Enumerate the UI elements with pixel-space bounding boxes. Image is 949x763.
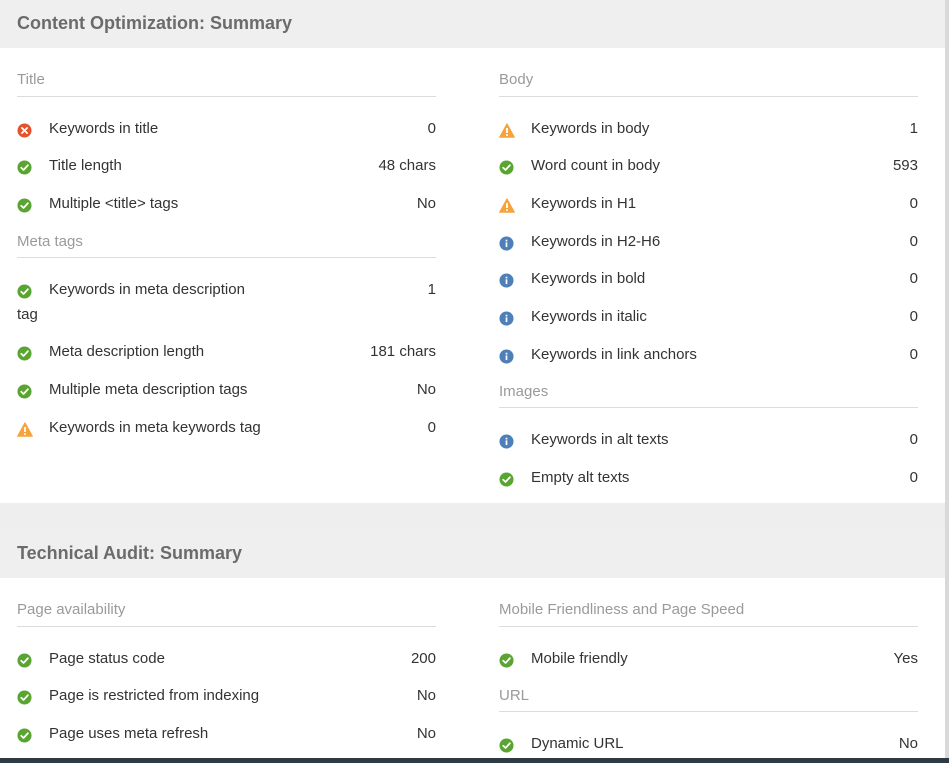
row-value: 0 bbox=[909, 233, 918, 250]
section-divider bbox=[17, 96, 436, 97]
row-label-continuation: tag bbox=[17, 306, 38, 323]
section-title-url: URL bbox=[499, 687, 530, 704]
row-label: Keywords in H2-H6 bbox=[531, 233, 661, 250]
row-label: Keywords in alt texts bbox=[531, 431, 669, 448]
row-value: 593 bbox=[892, 157, 918, 174]
row-value: 48 chars bbox=[378, 157, 436, 174]
row-label: Page is restricted from indexing bbox=[49, 687, 260, 704]
row-value: 181 chars bbox=[370, 343, 436, 360]
row-label: Keywords in body bbox=[531, 120, 650, 137]
row-label: Dynamic URL bbox=[531, 735, 624, 752]
row-value: 0 bbox=[909, 270, 918, 287]
row-label: Page status code bbox=[49, 650, 165, 667]
row-value: Yes bbox=[893, 650, 918, 667]
row-label: Keywords in title bbox=[49, 120, 159, 137]
row-label: Empty alt texts bbox=[531, 469, 630, 486]
check-icon bbox=[17, 383, 32, 399]
row-label: Keywords in link anchors bbox=[531, 346, 697, 363]
row-value: 1 bbox=[909, 120, 918, 137]
row-label: Multiple <title> tags bbox=[49, 195, 179, 212]
check-icon bbox=[17, 283, 32, 299]
row-label: Title length bbox=[49, 157, 122, 174]
section-divider bbox=[499, 407, 918, 408]
info-icon bbox=[499, 433, 514, 449]
info-icon bbox=[499, 272, 514, 288]
row-label: Meta description length bbox=[49, 343, 205, 360]
section-title-page-availability: Page availability bbox=[17, 601, 126, 618]
section-divider bbox=[17, 257, 436, 258]
section-divider bbox=[499, 711, 918, 712]
section-title-title: Title bbox=[17, 71, 45, 88]
error-icon bbox=[17, 122, 32, 138]
row-value: No bbox=[416, 725, 436, 742]
row-value: 0 bbox=[909, 308, 918, 325]
row-value: 0 bbox=[909, 469, 918, 486]
row-value: 0 bbox=[909, 195, 918, 212]
check-icon bbox=[499, 652, 514, 668]
row-label: Keywords in meta keywords tag bbox=[49, 419, 261, 436]
row-value: No bbox=[416, 687, 436, 704]
row-label: Page uses meta refresh bbox=[49, 725, 209, 742]
info-icon bbox=[499, 310, 514, 326]
taskbar-edge bbox=[0, 758, 949, 763]
row-value: 200 bbox=[410, 650, 436, 667]
row-label: Keywords in italic bbox=[531, 308, 647, 325]
content-right-column: Body Keywords in body 1 Word count in bo… bbox=[499, 0, 918, 503]
row-value: No bbox=[416, 195, 436, 212]
section-title-meta-tags: Meta tags bbox=[17, 233, 83, 250]
section-title-mobile-friendliness: Mobile Friendliness and Page Speed bbox=[499, 601, 745, 618]
content-left-column: Title Keywords in title 0 Title length 4… bbox=[17, 0, 436, 503]
check-icon bbox=[17, 197, 32, 213]
row-value: 0 bbox=[909, 431, 918, 448]
check-icon bbox=[17, 652, 32, 668]
row-label: Mobile friendly bbox=[531, 650, 628, 667]
check-icon bbox=[17, 689, 32, 705]
check-icon bbox=[17, 159, 32, 175]
row-value: 0 bbox=[909, 346, 918, 363]
check-icon bbox=[17, 727, 32, 743]
row-value: 1 bbox=[427, 281, 436, 298]
info-icon bbox=[499, 348, 514, 364]
warning-icon bbox=[499, 197, 515, 213]
check-icon bbox=[499, 737, 514, 753]
check-icon bbox=[499, 471, 514, 487]
warning-icon bbox=[499, 122, 515, 138]
row-value: 0 bbox=[427, 120, 436, 137]
row-label: Keywords in meta description bbox=[49, 281, 245, 298]
section-divider bbox=[499, 96, 918, 97]
row-label: Keywords in bold bbox=[531, 270, 646, 287]
row-label: Word count in body bbox=[531, 157, 660, 174]
technical-audit-panel: Technical Audit: Summary Page availabili… bbox=[0, 528, 945, 758]
check-icon bbox=[499, 159, 514, 175]
check-icon bbox=[17, 345, 32, 361]
row-value: No bbox=[898, 735, 918, 752]
section-title-images: Images bbox=[499, 383, 549, 400]
row-label: Keywords in H1 bbox=[531, 195, 637, 212]
section-title-body: Body bbox=[499, 71, 534, 88]
content-optimization-panel: Content Optimization: Summary Title Keyw… bbox=[0, 0, 945, 503]
info-icon bbox=[499, 235, 514, 251]
scrollbar-track[interactable] bbox=[945, 0, 949, 758]
section-divider bbox=[499, 626, 918, 627]
technical-left-column: Page availability Page status code 200 P… bbox=[17, 528, 436, 758]
row-label: Multiple meta description tags bbox=[49, 381, 248, 398]
section-divider bbox=[17, 626, 436, 627]
row-value: No bbox=[416, 381, 436, 398]
technical-right-column: Mobile Friendliness and Page Speed Mobil… bbox=[499, 528, 918, 758]
warning-icon bbox=[17, 421, 33, 437]
row-value: 0 bbox=[427, 419, 436, 436]
